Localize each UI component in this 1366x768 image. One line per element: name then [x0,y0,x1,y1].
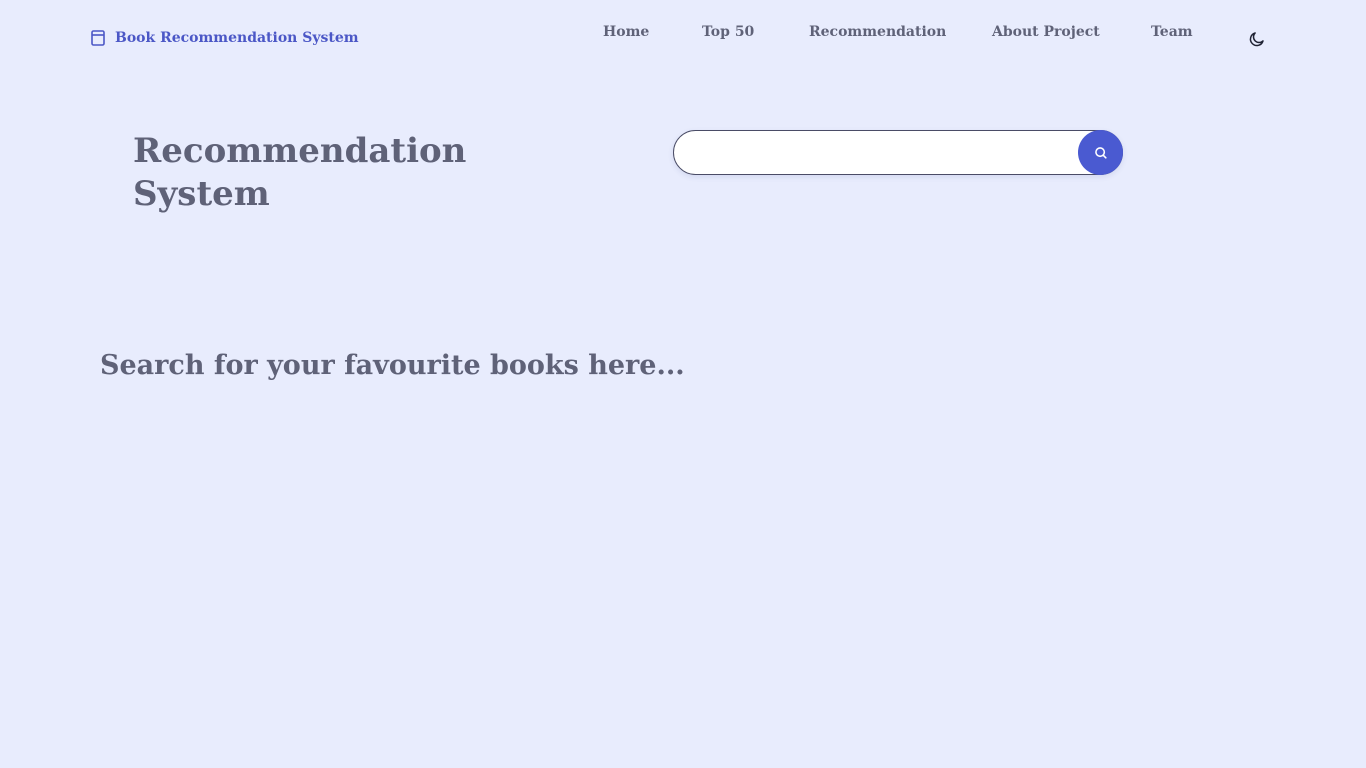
search-button[interactable] [1078,130,1123,175]
nav-team[interactable]: Team [1151,24,1193,40]
moon-icon [1249,32,1264,47]
search-prompt: Search for your favourite books here... [100,350,685,381]
main-nav: Home Top 50 Recommendation About Project… [0,24,1366,44]
search-bar [673,130,1123,176]
page-title: Recommendation System [133,131,467,214]
search-icon [1094,146,1107,159]
nav-about-project[interactable]: About Project [992,24,1100,40]
search-input[interactable] [692,131,1076,176]
theme-toggle-button[interactable] [1247,29,1267,49]
nav-home[interactable]: Home [603,24,649,40]
nav-recommendation[interactable]: Recommendation [809,24,946,40]
nav-top-50[interactable]: Top 50 [702,24,754,40]
